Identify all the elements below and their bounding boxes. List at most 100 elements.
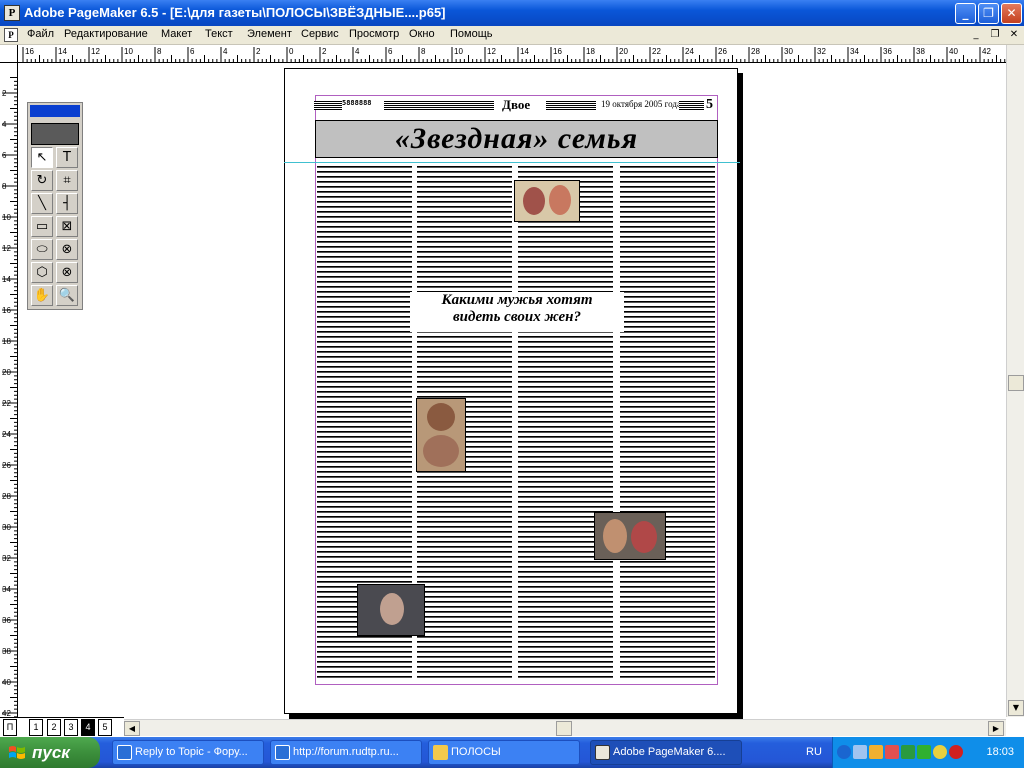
ruler-label: 10 (124, 47, 133, 56)
tray-play-icon[interactable] (917, 745, 931, 759)
page-number: 5 (706, 97, 713, 112)
zoom-tool-icon[interactable]: 🔍 (56, 285, 78, 306)
tray-warning-icon[interactable] (869, 745, 883, 759)
menu-type[interactable]: Текст (205, 28, 233, 40)
ruler-label: 24 (2, 430, 11, 439)
tray-clock-icon[interactable] (933, 745, 947, 759)
menu-help[interactable]: Помощь (450, 28, 493, 40)
newspaper-header[interactable]: 5888888 Двое 19 октября 2005 года 5 (314, 97, 718, 115)
vertical-scrollbar[interactable]: ▼ (1006, 45, 1024, 717)
ruler-label: 4 (355, 47, 360, 56)
menu-utilities[interactable]: Сервис (301, 28, 339, 40)
clock[interactable]: 18:03 (986, 746, 1014, 758)
ruler-label: 12 (91, 47, 100, 56)
maximize-button[interactable]: ❐ (978, 3, 999, 24)
close-button[interactable]: ✕ (1001, 3, 1022, 24)
language-indicator[interactable]: RU (806, 746, 822, 758)
photo-figure (423, 435, 459, 467)
pointer-tool-icon[interactable]: ↖ (31, 147, 53, 168)
menu-window[interactable]: Окно (409, 28, 435, 40)
toolbox-palette[interactable]: ↖ T ↻ ⌗ ╲ ┤ ▭ ⊠ ⬭ ⊗ ⬡ ⊗ ✋ 🔍 (27, 102, 83, 310)
scroll-right-arrow-icon[interactable]: ▶ (988, 721, 1004, 736)
ruler-label: 28 (2, 492, 11, 501)
headline-banner[interactable]: «Звездная» семья (315, 120, 718, 158)
rectangle-frame-tool-icon[interactable]: ⊠ (56, 216, 78, 237)
scroll-down-arrow-icon[interactable]: ▼ (1008, 700, 1024, 716)
horizontal-scrollbar[interactable]: ◀ ▶ (124, 719, 1006, 736)
tray-app-icon[interactable] (885, 745, 899, 759)
doc-close-button[interactable]: ✕ (1006, 28, 1022, 42)
menu-file[interactable]: Файл (27, 28, 54, 40)
ruler-guide[interactable] (284, 162, 740, 163)
menu-edit[interactable]: Редактирование (64, 28, 148, 40)
ruler-label: 18 (586, 47, 595, 56)
menu-layout[interactable]: Макет (161, 28, 192, 40)
horizontal-ruler[interactable]: 16 14 12 10 8 6 4 2 0 2 4 6 8 10 12 14 16 18 20 22 24 26 28 30 3… (18, 45, 1006, 63)
menu-bar: P Файл Редактирование Макет Текст Элемен… (0, 26, 1024, 45)
polygon-tool-icon[interactable]: ⬡ (31, 262, 53, 283)
taskbar-item-forum[interactable]: http://forum.rudtp.ru... (270, 740, 422, 765)
photo[interactable] (514, 180, 580, 222)
windows-logo-icon (9, 746, 25, 759)
menu-element[interactable]: Элемент (247, 28, 292, 40)
line-tool-icon[interactable]: ╲ (31, 193, 53, 214)
ruler-label: 2 (2, 89, 7, 98)
ruler-label: 6 (388, 47, 393, 56)
text-column[interactable] (518, 165, 613, 680)
header-stripe (679, 101, 704, 110)
constrained-line-tool-icon[interactable]: ┤ (56, 193, 78, 214)
taskbar-item-reply-topic[interactable]: Reply to Topic - Фору... (112, 740, 264, 765)
rectangle-tool-icon[interactable]: ▭ (31, 216, 53, 237)
ruler-label: 32 (2, 554, 11, 563)
ellipse-frame-tool-icon[interactable]: ⊗ (56, 239, 78, 260)
subheadline[interactable]: Какими мужья хотят видеть своих жен? (410, 292, 624, 332)
tray-network-icon[interactable] (853, 745, 867, 759)
horizontal-scroll-thumb[interactable] (556, 721, 572, 736)
hand-tool-icon[interactable]: ✋ (31, 285, 53, 306)
taskbar-item-folder[interactable]: ПОЛОСЫ (428, 740, 580, 765)
minimize-button[interactable]: _ (955, 3, 976, 24)
text-tool-icon[interactable]: T (56, 147, 78, 168)
subheadline-line-1: Какими мужья хотят (441, 292, 593, 308)
crop-tool-icon[interactable]: ⌗ (56, 170, 78, 191)
horizontal-ruler-ticks: 16 14 12 10 8 6 4 2 0 2 4 6 8 10 12 14 16 18 20 22 24 26 28 30 3… (22, 47, 1006, 62)
ruler-label: 26 (718, 47, 727, 56)
page-tab-2[interactable]: 2 (47, 719, 61, 736)
tray-antivirus-icon[interactable] (949, 745, 963, 759)
page-tab-1[interactable]: 1 (29, 719, 43, 736)
rotate-tool-icon[interactable]: ↻ (31, 170, 53, 191)
doc-minimize-button[interactable]: _ (968, 28, 984, 42)
taskbar-item-pagemaker[interactable]: Adobe PageMaker 6.... (590, 740, 742, 765)
toolbox-title-bar[interactable] (30, 105, 80, 117)
photo[interactable] (416, 398, 466, 472)
folder-icon (433, 745, 448, 760)
tray-eye-icon[interactable] (901, 745, 915, 759)
photo[interactable] (357, 584, 425, 636)
tray-arrow-icon[interactable] (837, 745, 851, 759)
ruler-label: 14 (520, 47, 529, 56)
vertical-scroll-thumb[interactable] (1008, 375, 1024, 391)
master-page-tab[interactable]: П (3, 719, 17, 736)
ruler-label: 2 (256, 47, 261, 56)
text-column[interactable] (620, 165, 715, 680)
vertical-ruler[interactable]: 2 4 6 8 10 12 14 16 18 20 22 24 26 28 30 32 34 36 38 40 42 (0, 63, 18, 717)
doc-restore-button[interactable]: ❐ (987, 28, 1003, 42)
page-tab-3[interactable]: 3 (64, 719, 78, 736)
scroll-left-arrow-icon[interactable]: ◀ (124, 721, 140, 736)
polygon-frame-tool-icon[interactable]: ⊗ (56, 262, 78, 283)
photo[interactable] (594, 512, 666, 560)
photo-figure (380, 593, 404, 625)
ruler-label: 30 (784, 47, 793, 56)
ellipse-tool-icon[interactable]: ⬭ (31, 239, 53, 260)
start-button[interactable]: пуск (0, 737, 100, 768)
pagemaker-app-icon[interactable]: P (4, 5, 20, 21)
page-tab-4[interactable]: 4 (81, 719, 95, 736)
menu-view[interactable]: Просмотр (349, 28, 399, 40)
window-title: Adobe PageMaker 6.5 - [E:\для газеты\ПОЛ… (24, 5, 446, 20)
ruler-label: 6 (190, 47, 195, 56)
page-tab-5[interactable]: 5 (98, 719, 112, 736)
document-icon[interactable]: P (4, 28, 18, 42)
ruler-label: 4 (2, 120, 7, 129)
ruler-corner[interactable] (0, 45, 18, 63)
ruler-label: 42 (2, 709, 11, 717)
